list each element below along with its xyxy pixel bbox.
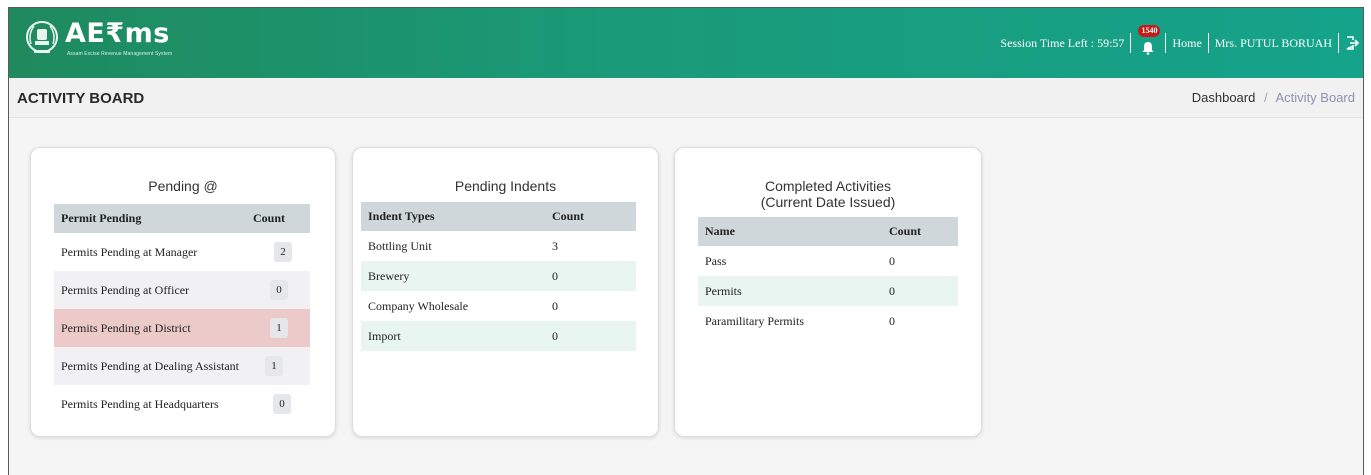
page-title: ACTIVITY BOARD <box>17 90 145 107</box>
user-name[interactable]: Mrs. PUTUL BORUAH <box>1215 36 1332 51</box>
count-badge[interactable]: 0 <box>270 280 288 300</box>
pending-indents-title: Pending Indents <box>454 178 557 194</box>
table-row[interactable]: Paramilitary Permits 0 <box>698 306 958 336</box>
indents-table: Indent Types Count Bottling Unit 3 Brewe… <box>361 202 636 351</box>
page-title-bar: ACTIVITY BOARD Dashboard / Activity Boar… <box>9 78 1363 118</box>
pending-card: Pending @ Permit Pending Count Permits P… <box>30 147 336 437</box>
row-label: Import <box>361 321 545 351</box>
table-header-row: Indent Types Count <box>361 202 636 231</box>
row-label: Company Wholesale <box>361 291 545 321</box>
pending-table: Permit Pending Count Permits Pending at … <box>54 204 310 423</box>
header-divider <box>1207 33 1209 53</box>
row-count: 0 <box>882 246 958 276</box>
app-logo-subtitle: Assam Excise Revenue Management System <box>67 51 173 57</box>
row-label: Permits Pending at Manager <box>54 233 246 271</box>
table-row[interactable]: Pass 0 <box>698 246 958 276</box>
table-row[interactable]: Import 0 <box>361 321 636 351</box>
notification-badge: 1540 <box>1138 25 1161 37</box>
row-label: Paramilitary Permits <box>698 306 882 336</box>
row-label: Permits Pending at Officer <box>54 271 246 309</box>
row-count: 0 <box>882 306 958 336</box>
completed-activities-subtitle: (Current Date Issued) <box>760 194 896 210</box>
state-emblem-icon <box>26 21 58 53</box>
column-header: Count <box>882 217 958 246</box>
completed-activities-title: Completed Activities <box>764 178 892 194</box>
completed-table: Name Count Pass 0 Permits 0 Paramilitary… <box>698 217 958 336</box>
breadcrumb: Dashboard / Activity Board <box>1192 90 1355 105</box>
column-header: Permit Pending <box>54 204 246 233</box>
header-divider <box>1338 33 1339 53</box>
app-logo[interactable]: AE₹ms <box>65 19 170 49</box>
column-header: Count <box>246 204 310 233</box>
header-actions: Session Time Left : 59:57 1540 Home Mrs.… <box>1000 25 1363 58</box>
table-row[interactable]: Brewery 0 <box>361 261 636 291</box>
header-divider <box>1165 33 1167 53</box>
table-row[interactable]: Company Wholesale 0 <box>361 291 636 321</box>
completed-activities-card: Completed Activities (Current Date Issue… <box>674 147 982 437</box>
row-count: 0 <box>545 291 636 321</box>
table-row[interactable]: Permits 0 <box>698 276 958 306</box>
top-header: AE₹ms Assam Excise Revenue Management Sy… <box>9 8 1363 78</box>
bell-icon <box>1142 42 1154 55</box>
pending-indents-card: Pending Indents Indent Types Count Bottl… <box>352 147 659 437</box>
table-row[interactable]: Permits Pending at District 1 <box>54 309 310 347</box>
column-header: Indent Types <box>361 202 545 231</box>
count-badge[interactable]: 0 <box>273 394 291 414</box>
app-frame: AE₹ms Assam Excise Revenue Management Sy… <box>8 7 1364 475</box>
row-label: Permits Pending at Dealing Assistant <box>54 347 246 385</box>
row-label: Bottling Unit <box>361 231 545 261</box>
count-badge[interactable]: 1 <box>265 356 283 376</box>
column-header: Count <box>545 202 636 231</box>
count-badge[interactable]: 2 <box>274 242 292 262</box>
breadcrumb-current: Activity Board <box>1275 90 1355 105</box>
breadcrumb-separator: / <box>1263 90 1268 105</box>
table-row[interactable]: Permits Pending at Dealing Assistant 1 <box>54 347 310 385</box>
home-link[interactable]: Home <box>1172 36 1201 51</box>
column-header: Name <box>698 217 882 246</box>
row-count: 0 <box>545 261 636 291</box>
table-row[interactable]: Permits Pending at Manager 2 <box>54 233 310 271</box>
row-count: 0 <box>545 321 636 351</box>
table-header-row: Name Count <box>698 217 958 246</box>
count-badge[interactable]: 1 <box>270 318 288 338</box>
header-divider <box>1130 33 1132 53</box>
row-count: 3 <box>545 231 636 261</box>
table-header-row: Permit Pending Count <box>54 204 310 233</box>
row-label: Permits Pending at District <box>54 309 246 347</box>
row-count: 0 <box>882 276 958 306</box>
row-label: Permits Pending at Headquarters <box>54 385 246 423</box>
table-row[interactable]: Bottling Unit 3 <box>361 231 636 261</box>
logout-icon[interactable] <box>1345 36 1359 50</box>
table-row[interactable]: Permits Pending at Headquarters 0 <box>54 385 310 423</box>
notification-button[interactable]: 1540 <box>1137 25 1161 55</box>
session-timer: Session Time Left : 59:57 <box>1000 35 1125 50</box>
row-label: Pass <box>698 246 882 276</box>
row-label: Permits <box>698 276 882 306</box>
pending-card-title: Pending @ <box>148 178 218 194</box>
row-label: Brewery <box>361 261 545 291</box>
table-row[interactable]: Permits Pending at Officer 0 <box>54 271 310 309</box>
breadcrumb-dashboard[interactable]: Dashboard <box>1192 90 1256 105</box>
